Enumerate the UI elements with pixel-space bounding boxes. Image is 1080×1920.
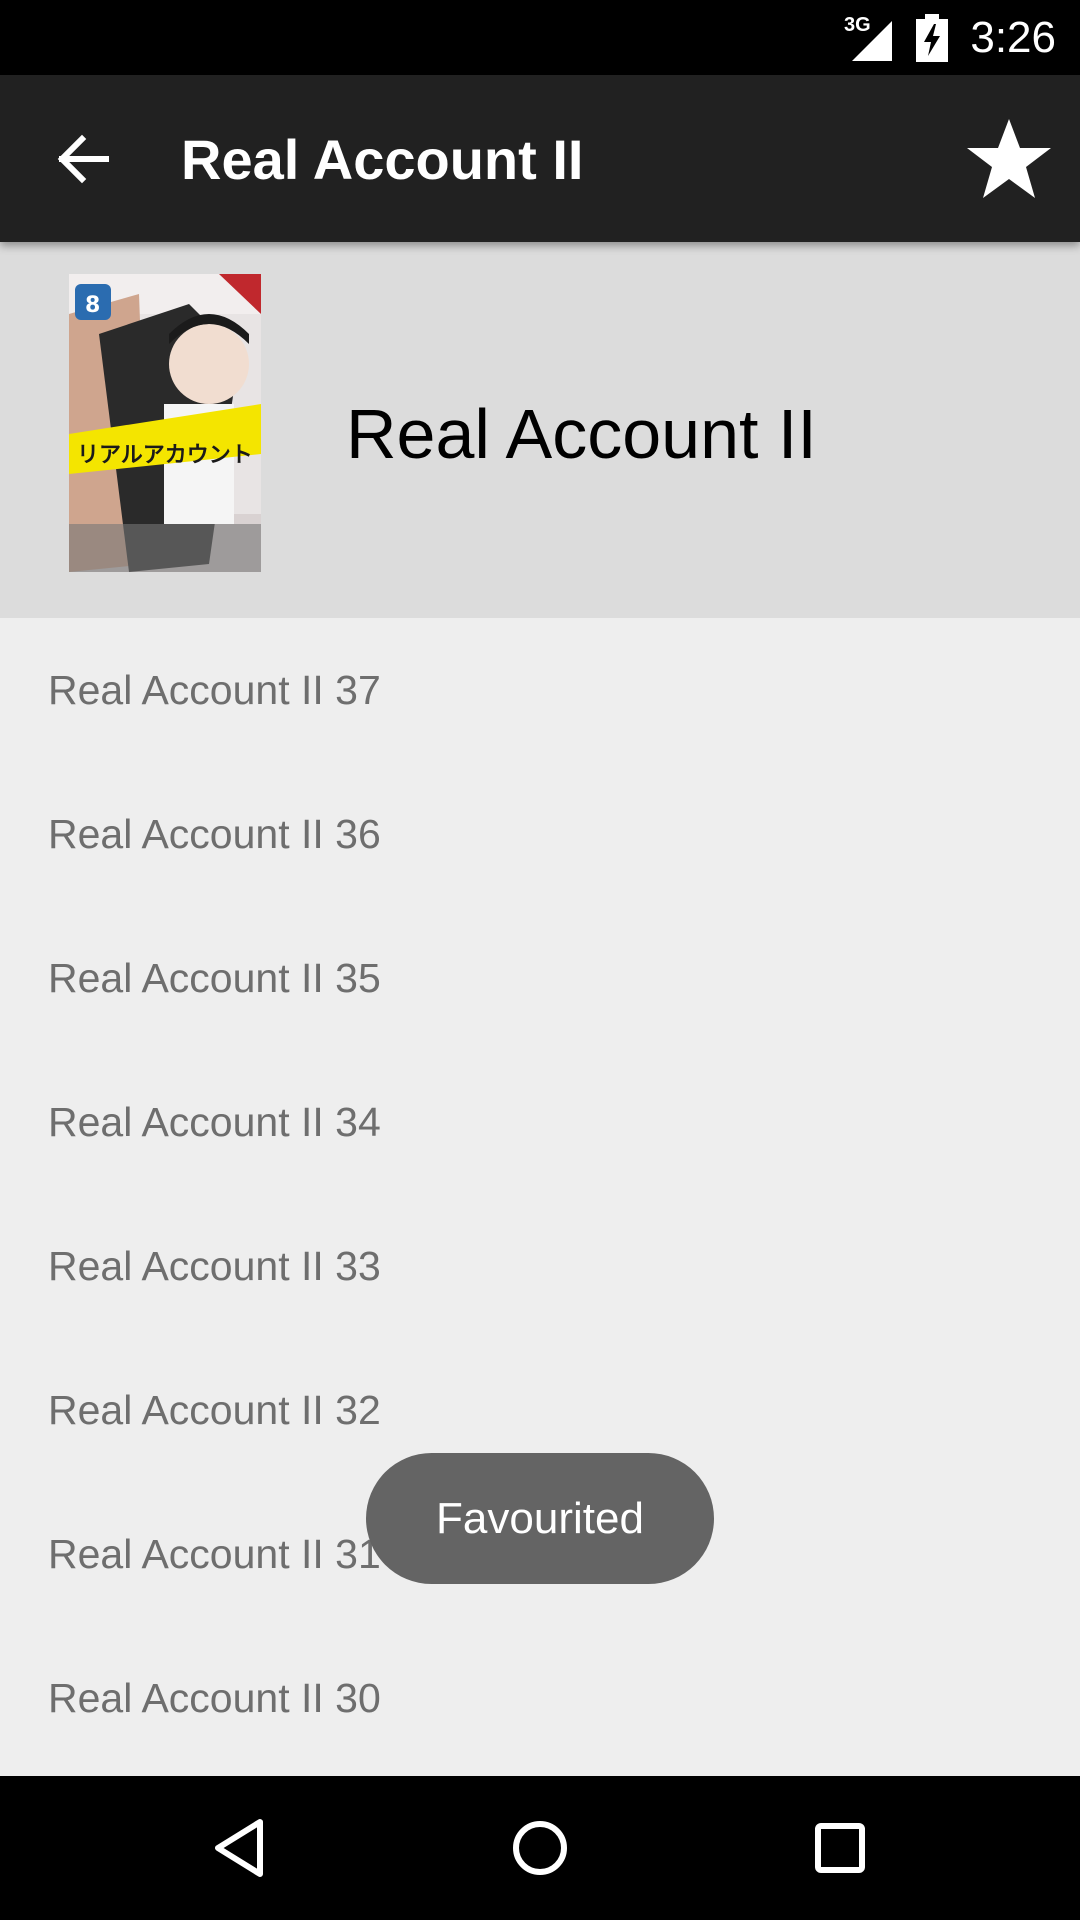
list-item[interactable]: Real Account II 37	[0, 618, 1080, 762]
list-item[interactable]: Real Account II 34	[0, 1050, 1080, 1194]
list-item[interactable]: Real Account II 33	[0, 1194, 1080, 1338]
chapter-list: Real Account II 37 Real Account II 36 Re…	[0, 618, 1080, 1770]
list-item[interactable]: Real Account II 30	[0, 1626, 1080, 1770]
svg-text:リアルアカウント: リアルアカウント	[77, 443, 253, 468]
cover-image: リアルアカウント 8	[69, 274, 261, 572]
series-header: リアルアカウント 8 Real Account II	[0, 242, 1080, 618]
navigation-bar	[0, 1776, 1080, 1920]
clock: 3:26	[970, 12, 1056, 62]
toast-message: Favourited	[366, 1453, 714, 1584]
list-item[interactable]: Real Account II 35	[0, 906, 1080, 1050]
series-title: Real Account II	[346, 395, 817, 473]
status-bar: 3G 3:26	[0, 0, 1080, 75]
toolbar-title: Real Account II	[181, 128, 584, 191]
circle-home-icon[interactable]	[500, 1808, 580, 1888]
battery-charging-icon	[916, 13, 949, 62]
square-recents-icon[interactable]	[800, 1808, 880, 1888]
star-icon[interactable]	[964, 115, 1054, 205]
app-bar: Real Account II	[0, 75, 1080, 242]
triangle-back-icon[interactable]	[200, 1808, 280, 1888]
svg-text:8: 8	[85, 293, 100, 318]
network-type-label: 3G	[844, 14, 871, 36]
arrow-back-icon[interactable]	[52, 129, 112, 189]
list-item[interactable]: Real Account II 36	[0, 762, 1080, 906]
